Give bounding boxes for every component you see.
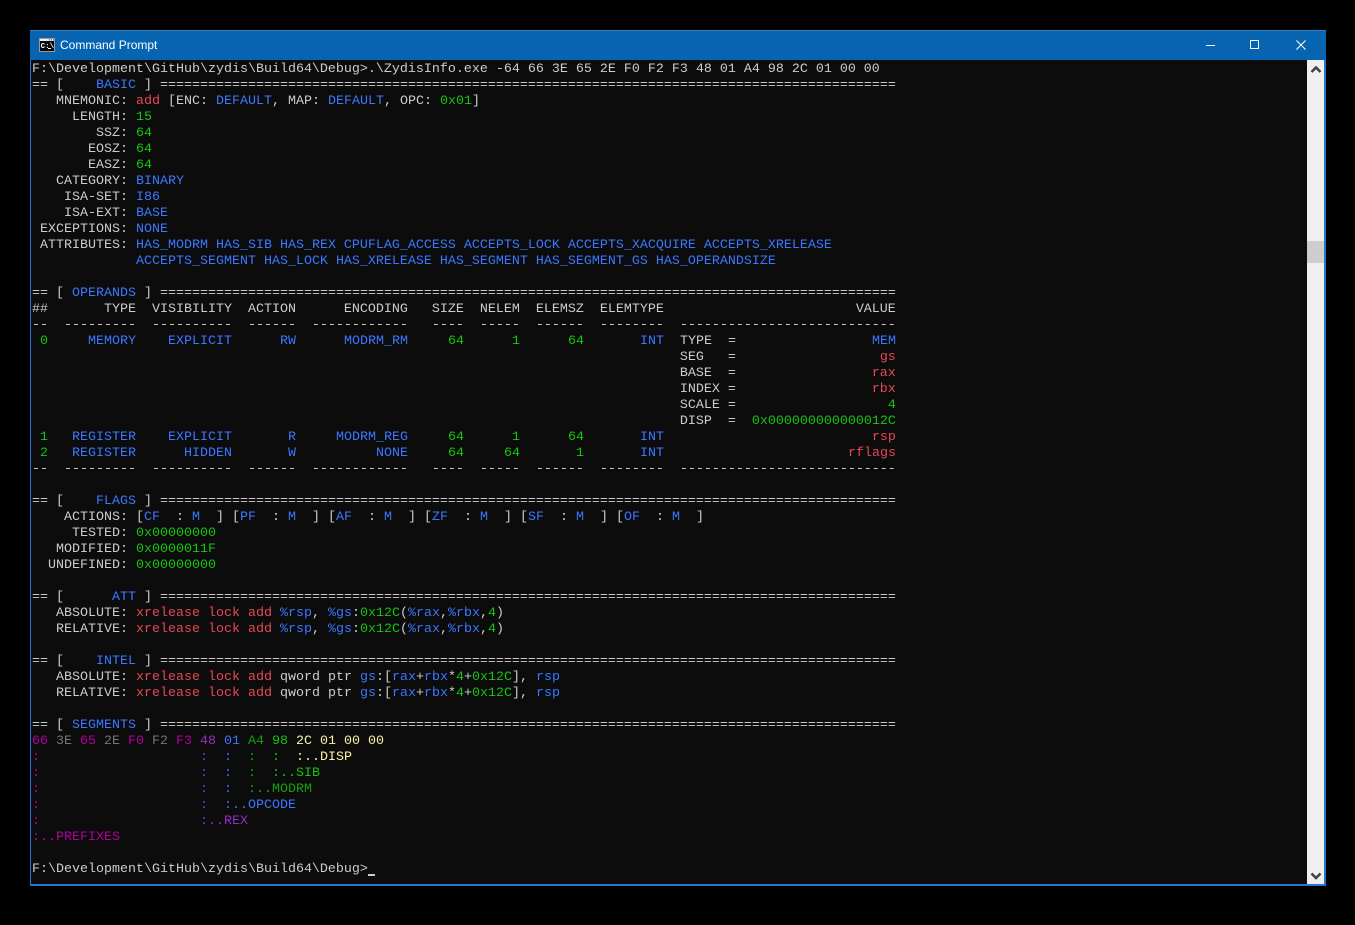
svg-text:C:\: C:\ (41, 43, 55, 51)
